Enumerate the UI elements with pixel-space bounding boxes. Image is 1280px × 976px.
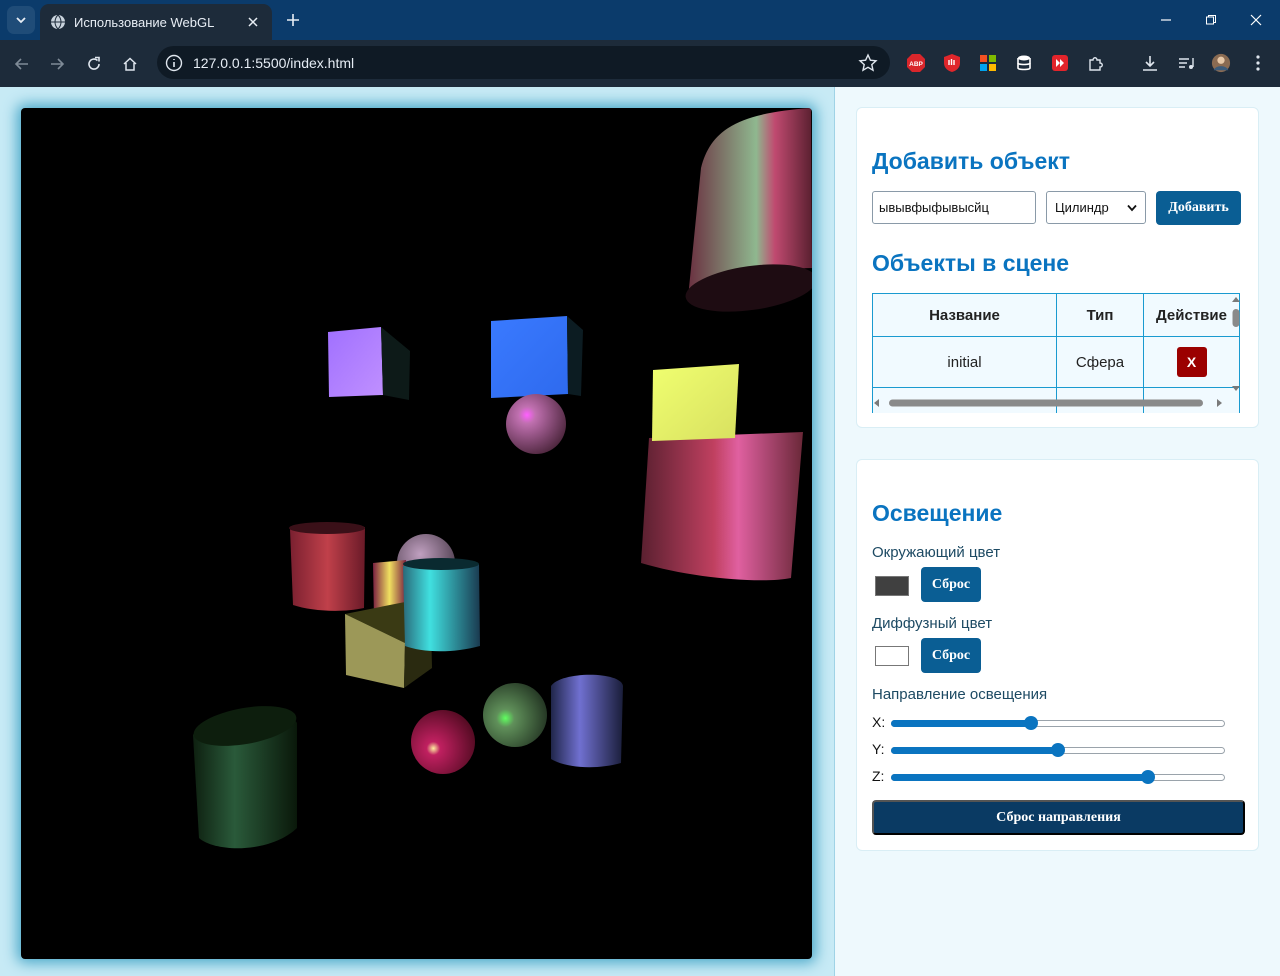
light-x-slider[interactable] <box>891 715 1225 731</box>
chevron-down-icon <box>1127 204 1137 211</box>
cylinder-object <box>403 558 480 652</box>
cube-object <box>491 316 583 398</box>
close-window-icon[interactable] <box>1244 8 1268 32</box>
sphere-object <box>506 394 566 454</box>
lighting-heading: Освещение <box>872 500 1003 526</box>
object-type-select[interactable]: Цилиндр <box>1046 191 1146 224</box>
cube-object <box>652 364 739 441</box>
svg-text:ABP: ABP <box>909 61 923 68</box>
slider-thumb[interactable] <box>1024 716 1039 730</box>
chevron-down-icon <box>16 17 26 24</box>
table-horizontal-scrollbar[interactable] <box>871 396 1229 410</box>
column-header: Действие <box>1143 293 1240 337</box>
column-header: Тип <box>1056 293 1144 337</box>
menu-kebab-icon[interactable] <box>1248 53 1268 73</box>
adblock-icon[interactable]: ABP <box>906 53 926 73</box>
cylinder-object <box>685 108 812 312</box>
objects-table: Название Тип Действие initial Сфера X <box>872 293 1240 413</box>
forward-arrow-icon[interactable] <box>43 50 71 78</box>
bookmark-star-icon[interactable] <box>858 52 878 73</box>
home-icon[interactable] <box>116 50 144 78</box>
add-object-heading: Добавить объект <box>872 148 1071 174</box>
objects-table-container: Название Тип Действие initial Сфера X <box>872 293 1245 413</box>
browser-tab[interactable]: Использование WebGL <box>40 4 272 40</box>
object-name-input[interactable] <box>872 191 1036 224</box>
canvas-area <box>0 87 834 976</box>
y-axis-label: Y: <box>872 741 885 757</box>
cube-object <box>328 327 410 400</box>
restore-icon[interactable] <box>1199 8 1223 32</box>
delete-object-button[interactable]: X <box>1176 347 1207 377</box>
ambient-color-label: Окружающий цвет <box>872 544 1001 561</box>
light-z-slider[interactable] <box>891 769 1225 785</box>
cylinder-object <box>193 706 297 849</box>
object-name-cell: initial <box>872 336 1057 388</box>
back-arrow-icon[interactable] <box>8 50 36 78</box>
table-row: initial Сфера X <box>872 336 1240 388</box>
diffuse-color-label: Диффузный цвет <box>872 615 993 632</box>
cylinder-object <box>641 432 803 581</box>
ambient-color-picker[interactable] <box>875 576 909 596</box>
slider-thumb[interactable] <box>1051 743 1065 757</box>
extensions-puzzle-icon[interactable] <box>1086 53 1106 73</box>
cylinder-object <box>289 522 365 611</box>
slider-thumb[interactable] <box>1141 770 1156 784</box>
tab-search-button[interactable] <box>7 6 35 34</box>
diffuse-color-picker[interactable] <box>875 646 909 666</box>
grid-apps-icon[interactable] <box>978 53 998 73</box>
new-tab-icon[interactable] <box>282 9 304 31</box>
pane-divider <box>834 87 835 976</box>
media-control-icon[interactable] <box>1176 53 1196 73</box>
tab-title: Использование WebGL <box>74 14 215 30</box>
light-direction-label: Направление освещения <box>872 686 1048 703</box>
close-tab-icon[interactable] <box>244 13 262 31</box>
object-action-cell: X <box>1143 336 1240 388</box>
url-text: 127.0.0.1:5500/index.html <box>193 54 355 71</box>
site-info-icon[interactable] <box>165 54 183 72</box>
globe-icon <box>51 14 65 30</box>
minimize-icon[interactable] <box>1154 8 1178 32</box>
objects-card: Добавить объект Цилиндр Добавить Объекты… <box>856 107 1259 428</box>
profile-avatar[interactable] <box>1211 53 1231 73</box>
media-extension-icon[interactable] <box>1050 53 1070 73</box>
z-axis-label: Z: <box>872 768 885 784</box>
sphere-object <box>483 683 547 747</box>
reset-ambient-button[interactable]: Сброс <box>921 567 981 602</box>
database-icon[interactable] <box>1014 53 1034 73</box>
table-header-row: Название Тип Действие <box>872 293 1240 337</box>
table-vertical-scrollbar[interactable] <box>1229 295 1243 393</box>
tab-strip: Использование WebGL <box>0 0 1280 40</box>
light-y-slider[interactable] <box>891 742 1225 758</box>
scene-render <box>193 108 812 849</box>
scene-objects-heading: Объекты в сцене <box>872 250 1070 276</box>
ublock-icon[interactable] <box>942 53 962 73</box>
sphere-object <box>411 710 475 774</box>
object-type-value: Цилиндр <box>1055 200 1109 215</box>
cylinder-object <box>551 674 623 768</box>
x-axis-label: X: <box>872 714 886 730</box>
reset-diffuse-button[interactable]: Сброс <box>921 638 981 673</box>
lighting-card: Освещение Окружающий цвет Сброс Диффузны… <box>856 459 1259 851</box>
object-type-cell: Сфера <box>1056 336 1144 388</box>
webgl-canvas[interactable] <box>21 108 812 959</box>
column-header: Название <box>872 293 1057 337</box>
download-icon[interactable] <box>1140 53 1160 73</box>
reset-direction-button[interactable]: Сброс направления <box>872 800 1245 835</box>
reload-icon[interactable] <box>80 50 108 78</box>
address-bar[interactable]: 127.0.0.1:5500/index.html <box>157 46 890 79</box>
add-object-button[interactable]: Добавить <box>1156 191 1241 225</box>
